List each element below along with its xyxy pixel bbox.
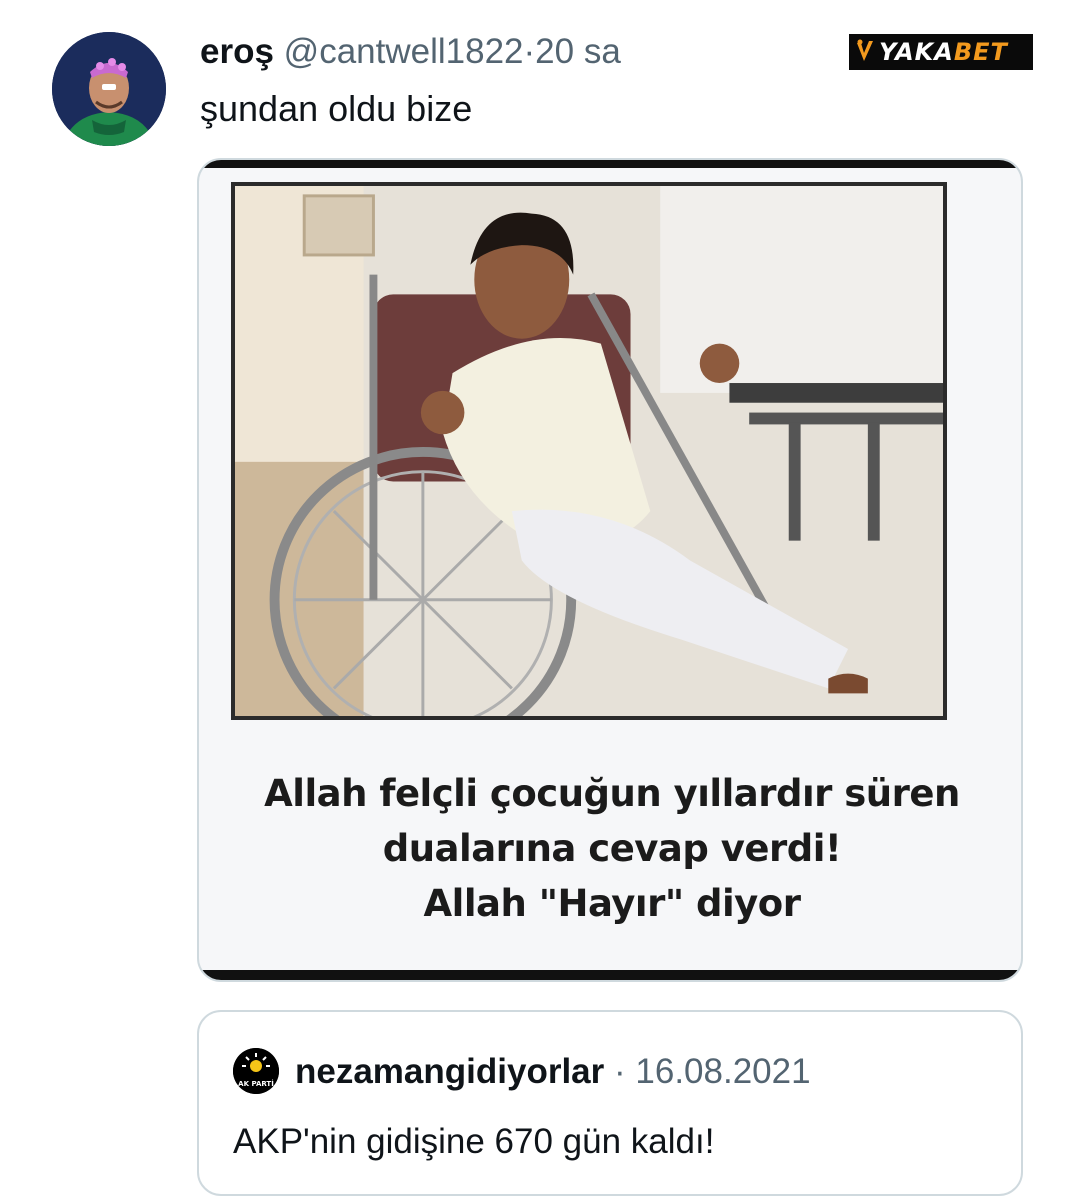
tweet-header: eroş @cantwell1822·20 sa (200, 30, 621, 74)
quoted-tweet-card[interactable]: AK PARTİ nezamangidiyorlar · 16.08.2021 … (197, 1010, 1023, 1196)
ak-parti-logo-icon: AK PARTİ (233, 1048, 279, 1094)
caption-line-3: Allah "Hayır" diyor (423, 882, 801, 925)
quoted-display-name[interactable]: nezamangidiyorlar (295, 1052, 604, 1091)
user-avatar-photo-icon (52, 32, 166, 146)
tweet-timestamp[interactable]: 20 sa (535, 32, 621, 71)
user-handle[interactable]: @cantwell1822 (284, 32, 524, 71)
quoted-header-separator: · (614, 1052, 626, 1091)
photo-child-wheelchair-icon (235, 186, 943, 716)
media-top-border (199, 160, 1021, 168)
quoted-user-avatar[interactable]: AK PARTİ (233, 1048, 279, 1094)
yakabet-watermark-logo: YAKABET (849, 34, 1033, 70)
media-photo[interactable] (231, 182, 947, 720)
quoted-tweet-text: AKP'nin gidişine 670 gün kaldı! (233, 1122, 715, 1161)
user-avatar[interactable] (52, 32, 166, 146)
tweet-text: şundan oldu bize (200, 88, 473, 129)
caption-line-2: dualarına cevap verdi! (382, 827, 842, 870)
caption-line-1: Allah felçli çocuğun yıllardır süren (264, 772, 960, 815)
quoted-tweet-date[interactable]: 16.08.2021 (635, 1052, 810, 1091)
header-separator: · (523, 32, 536, 71)
tweet-media-card[interactable]: Allah felçli çocuğun yıllardır süren dua… (197, 158, 1023, 982)
yakabet-logo-icon (857, 39, 873, 61)
media-bottom-border (199, 970, 1021, 980)
quoted-tweet-header: nezamangidiyorlar · 16.08.2021 (295, 1050, 811, 1094)
media-caption: Allah felçli çocuğun yıllardır süren dua… (199, 766, 1021, 931)
svg-text:AK PARTİ: AK PARTİ (238, 1079, 274, 1088)
display-name[interactable]: eroş (200, 32, 274, 71)
logo-text: YAKABET (879, 38, 1008, 66)
